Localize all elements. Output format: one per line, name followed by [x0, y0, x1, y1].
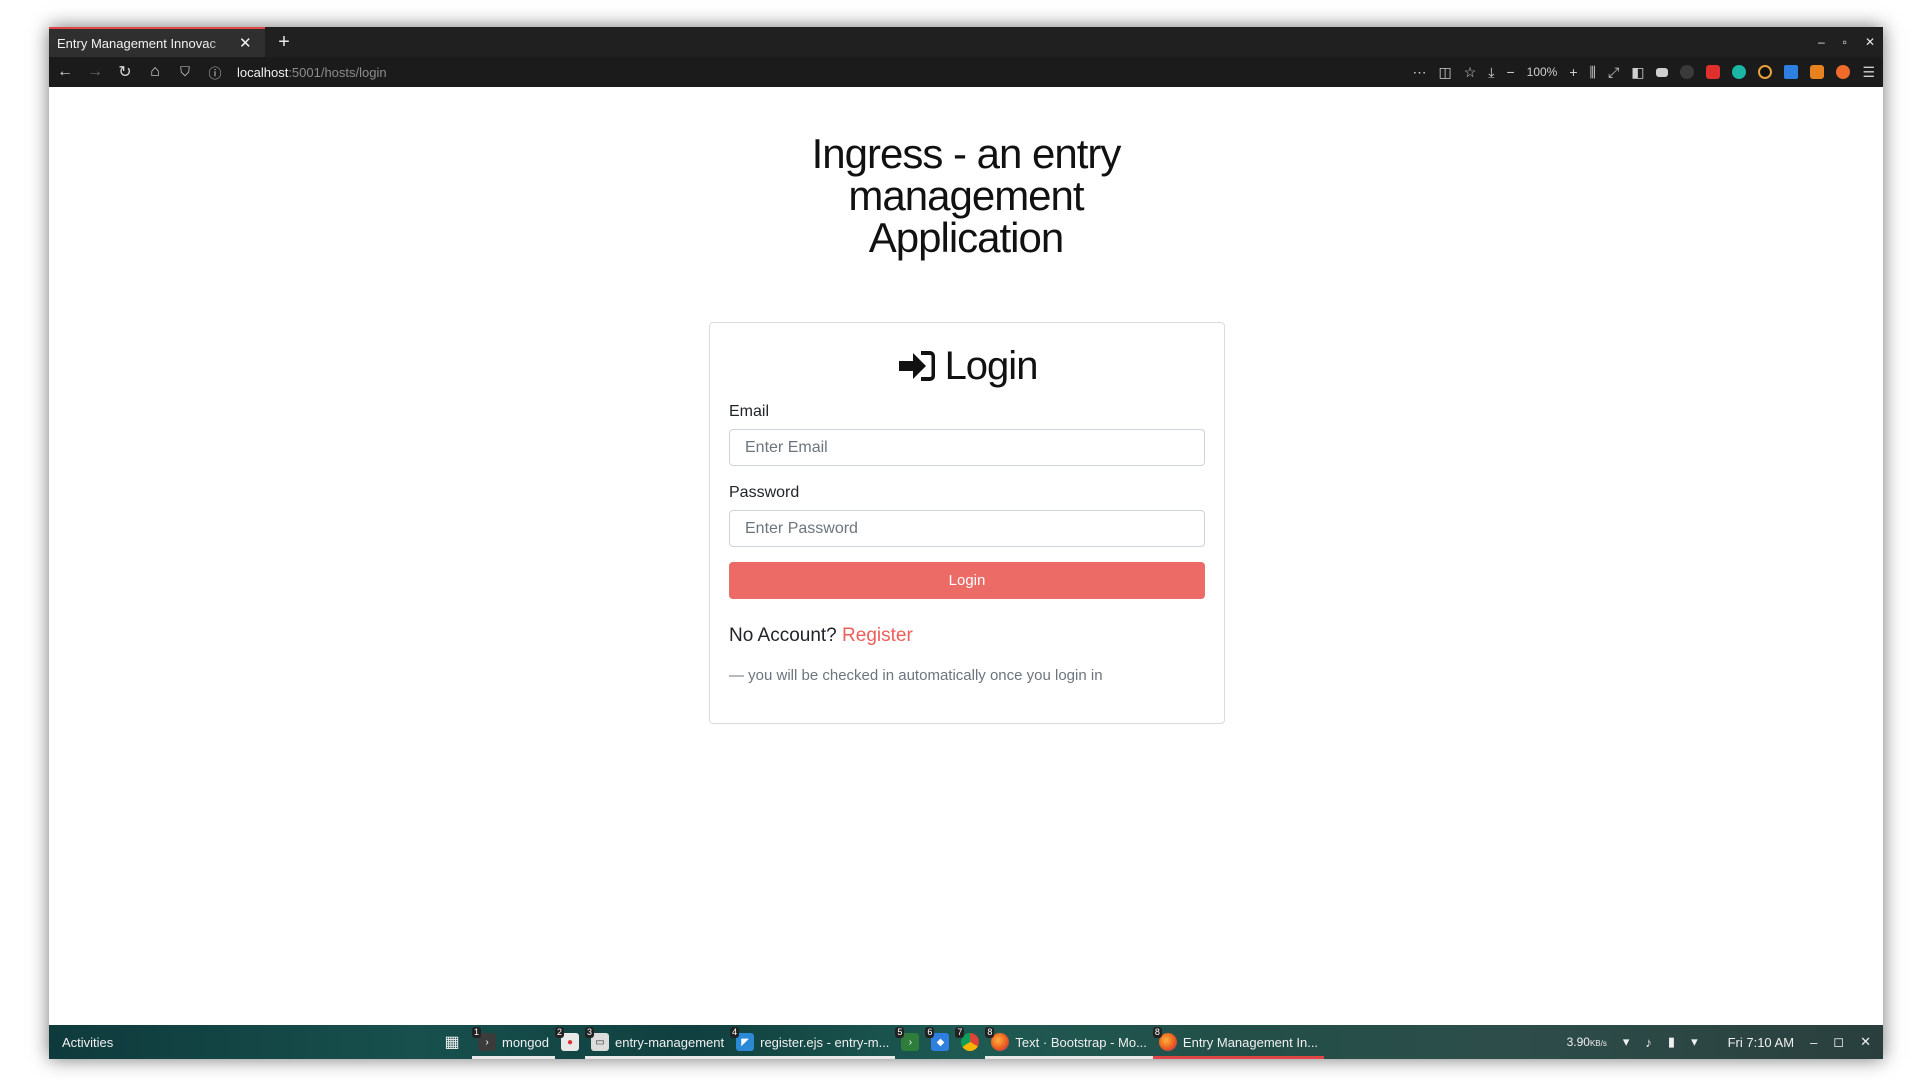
clock[interactable]: Fri 7:10 AM — [1728, 1035, 1794, 1050]
login-card: Login Email Password Login No Account? R… — [709, 322, 1225, 724]
firefox-icon: 8 — [985, 1027, 1010, 1051]
reload-icon[interactable]: ↻ — [117, 62, 133, 82]
sign-in-icon — [898, 351, 935, 381]
page-content: Ingress - an entry management Applicatio… — [49, 87, 1883, 1025]
task-mongod[interactable]: 1 › mongod — [472, 1025, 555, 1059]
back-icon[interactable]: ← — [57, 63, 73, 81]
vscode-icon: 4 ◤ — [730, 1027, 755, 1051]
tab-close-icon[interactable]: ✕ — [239, 34, 252, 52]
extension-gray-icon[interactable] — [1656, 67, 1669, 77]
battery-icon[interactable]: ▮ — [1668, 1034, 1675, 1050]
tab-title: Entry Management Innovac — [57, 35, 216, 51]
firefox-icon: 8 — [1152, 1027, 1177, 1051]
zoom-out-icon[interactable]: − — [1506, 64, 1514, 80]
wifi-icon[interactable]: ▾ — [1623, 1034, 1630, 1050]
url-path: :5001/hosts/login — [288, 64, 387, 80]
home-icon[interactable]: ⌂ — [147, 63, 163, 81]
task-app-6[interactable]: 6 ◆ — [925, 1025, 955, 1059]
task-vscode[interactable]: 4 ◤ register.ejs - entry-m... — [730, 1025, 896, 1059]
no-account-text: No Account? Register — [729, 625, 1205, 647]
close-icon[interactable]: ✕ — [1860, 1034, 1871, 1050]
bookmark-star-icon[interactable]: ☆ — [1464, 64, 1477, 81]
login-title: Login — [944, 343, 1039, 388]
task-firefox-bootstrap[interactable]: 8 Text · Bootstrap - Mo... — [985, 1025, 1153, 1059]
extension-ring-icon[interactable] — [1758, 65, 1773, 79]
window-controls: – ▫ ✕ — [1818, 27, 1875, 57]
tab-strip: Entry Management Innovac ✕ + – ▫ ✕ — [49, 27, 1883, 57]
navigation-bar: ← → ↻ ⌂ ⛉ ⓘ localhost :5001/hosts/login … — [49, 57, 1883, 87]
task-label: Entry Management In... — [1182, 1034, 1319, 1050]
metamask-icon[interactable] — [1810, 65, 1825, 79]
new-tab-button[interactable]: + — [271, 27, 297, 57]
menu-icon[interactable]: ☰ — [1862, 64, 1875, 81]
sidebar-icon[interactable]: ◧ — [1631, 64, 1644, 81]
task-app-2[interactable]: 2 ● — [554, 1025, 585, 1059]
fullscreen-icon[interactable]: ⤢ — [1608, 64, 1619, 81]
chrome-icon: 7 — [955, 1027, 980, 1051]
terminal-icon: 1 › — [472, 1027, 496, 1051]
minimize-all-icon[interactable]: – — [1810, 1035, 1817, 1050]
volume-icon[interactable]: ♪ — [1645, 1035, 1652, 1050]
task-files[interactable]: 3 ▭ entry-management — [584, 1025, 731, 1059]
extension-dark-icon[interactable] — [1680, 65, 1695, 79]
login-heading: Login — [729, 343, 1205, 388]
auto-checkin-note: — you will be checked in automatically o… — [729, 667, 1103, 684]
register-link[interactable]: Register — [842, 625, 913, 646]
restore-icon[interactable]: ◻ — [1833, 1034, 1844, 1050]
page-title-line1: Ingress - an entry management — [811, 130, 1122, 219]
task-label: Text · Bootstrap - Mo... — [1015, 1034, 1147, 1050]
shield-icon[interactable]: ⛉ — [177, 64, 193, 80]
tray-menu-icon[interactable]: ▾ — [1691, 1034, 1698, 1050]
activities-button[interactable]: Activities — [62, 1035, 432, 1050]
minimize-button[interactable]: – — [1818, 35, 1825, 49]
task-firefox-entry[interactable]: 8 Entry Management In... — [1152, 1025, 1325, 1059]
library-icon[interactable]: ⫼ — [1590, 64, 1596, 81]
url-bar[interactable]: localhost :5001/hosts/login — [237, 65, 387, 80]
files-icon: 3 ▭ — [584, 1027, 609, 1051]
pocket-icon[interactable]: ◫ — [1438, 64, 1451, 81]
browser-window: Entry Management Innovac ✕ + – ▫ ✕ ← → ↻… — [49, 27, 1883, 1059]
taskbar: Activities ▦ 1 › mongod 2 ● 3 ▭ entry-manag… — [49, 1025, 1883, 1059]
close-window-button[interactable]: ✕ — [1865, 35, 1875, 49]
terminal-icon: 5 › — [895, 1027, 920, 1051]
extension-orange-icon[interactable] — [1836, 65, 1851, 79]
app-icon: 6 ◆ — [925, 1027, 950, 1051]
url-host: localhost — [237, 64, 289, 80]
app-grid-icon[interactable]: ▦ — [432, 1032, 472, 1052]
system-tray: 3.90KB/s ▾ ♪ ▮ ▾ Fri 7:10 AM – ◻ ✕ — [1567, 1034, 1883, 1050]
download-icon[interactable]: ⤓ — [1488, 64, 1494, 81]
info-icon[interactable]: ⓘ — [207, 63, 223, 82]
maximize-button[interactable]: ▫ — [1843, 35, 1847, 49]
password-input[interactable] — [729, 510, 1205, 547]
password-label: Password — [729, 484, 800, 501]
network-speed: 3.90KB/s — [1566, 1035, 1607, 1049]
email-input[interactable] — [729, 429, 1205, 466]
browser-tab[interactable]: Entry Management Innovac ✕ — [49, 27, 265, 57]
task-terminal-5[interactable]: 5 › — [895, 1025, 925, 1059]
extension-teal-icon[interactable] — [1732, 65, 1747, 79]
app-icon: 2 ● — [554, 1027, 579, 1051]
task-label: mongod — [502, 1034, 549, 1050]
zoom-in-icon[interactable]: + — [1569, 64, 1577, 80]
forward-icon[interactable]: → — [87, 63, 103, 81]
page-title: Ingress - an entry management Applicatio… — [49, 133, 1883, 259]
adblock-icon[interactable] — [1706, 65, 1721, 79]
no-account-label: No Account? — [729, 625, 837, 646]
task-label: entry-management — [614, 1034, 725, 1050]
task-chrome[interactable]: 7 — [955, 1025, 985, 1059]
email-label: Email — [729, 403, 770, 420]
more-actions-icon[interactable]: ⋯ — [1412, 64, 1426, 81]
zoom-level[interactable]: 100% — [1527, 65, 1558, 79]
login-button[interactable]: Login — [729, 562, 1205, 599]
page-title-line2: Application — [868, 214, 1064, 261]
task-label: register.ejs - entry-m... — [760, 1034, 890, 1050]
extension-blue-icon[interactable] — [1784, 65, 1799, 79]
